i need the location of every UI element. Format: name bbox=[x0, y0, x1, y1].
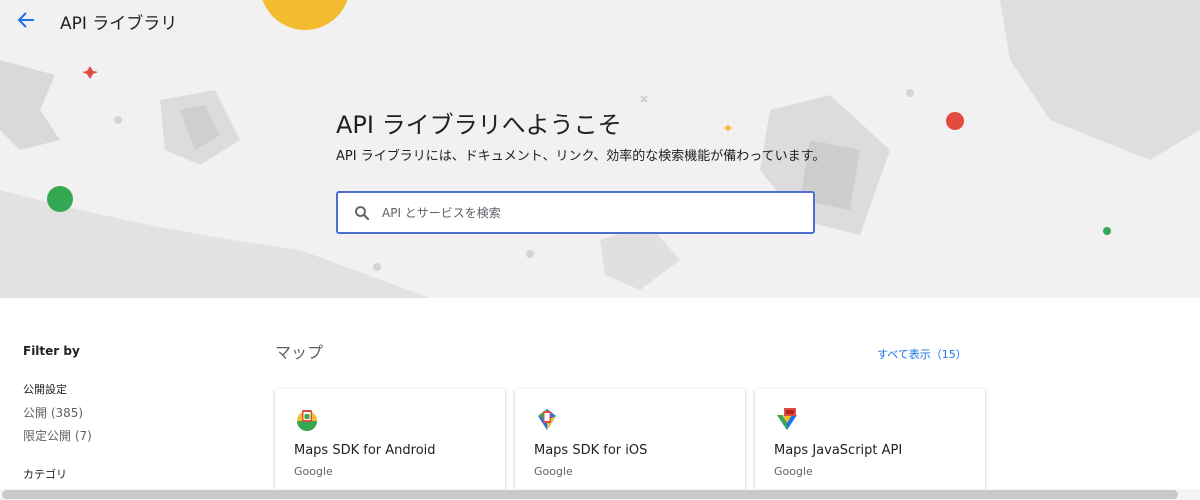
view-all-link[interactable]: すべて表示（15） bbox=[877, 346, 967, 362]
top-bar: API ライブラリ bbox=[0, 0, 1200, 40]
horizontal-scrollbar[interactable] bbox=[0, 489, 1200, 500]
search-input[interactable] bbox=[382, 202, 802, 224]
filter-group-visibility: 公開設定 bbox=[23, 383, 67, 396]
hero-banner: API ライブラリへようこそ API ライブラリには、ドキュメント、リンク、効率… bbox=[0, 0, 1200, 298]
welcome-subtitle: API ライブラリには、ドキュメント、リンク、効率的な検索機能が備わっています。 bbox=[336, 149, 826, 164]
section-title-maps: マップ bbox=[275, 343, 324, 362]
maps-ios-icon bbox=[538, 409, 556, 430]
api-search-box[interactable] bbox=[336, 191, 815, 234]
card-title: Maps SDK for Android bbox=[294, 443, 436, 458]
card-vendor: Google bbox=[774, 465, 813, 478]
filter-heading: Filter by bbox=[23, 344, 80, 358]
arrow-back-icon[interactable] bbox=[14, 8, 38, 32]
page-title: API ライブラリ bbox=[60, 14, 178, 34]
filter-option-private[interactable]: 限定公開 (7) bbox=[23, 427, 223, 444]
filter-option-public[interactable]: 公開 (385) bbox=[23, 404, 223, 421]
welcome-heading: API ライブラリへようこそ bbox=[336, 111, 622, 139]
scrollbar-thumb[interactable] bbox=[2, 490, 1178, 499]
api-card-maps-ios[interactable]: Maps SDK for iOS Google bbox=[515, 389, 745, 489]
card-vendor: Google bbox=[534, 465, 573, 478]
card-vendor: Google bbox=[294, 465, 333, 478]
maps-javascript-icon bbox=[777, 408, 797, 430]
filter-group-category: カテゴリ bbox=[23, 468, 67, 481]
card-title: Maps SDK for iOS bbox=[534, 443, 648, 458]
maps-android-icon bbox=[297, 410, 317, 431]
search-icon bbox=[355, 206, 370, 221]
api-card-maps-javascript[interactable]: Maps JavaScript API Google bbox=[755, 389, 985, 489]
card-title: Maps JavaScript API bbox=[774, 443, 903, 458]
filter-sidebar: Filter by 公開設定 公開 (385) 限定公開 (7) カテゴリ bbox=[23, 344, 223, 489]
api-card-maps-android[interactable]: Maps SDK for Android Google bbox=[275, 389, 505, 489]
